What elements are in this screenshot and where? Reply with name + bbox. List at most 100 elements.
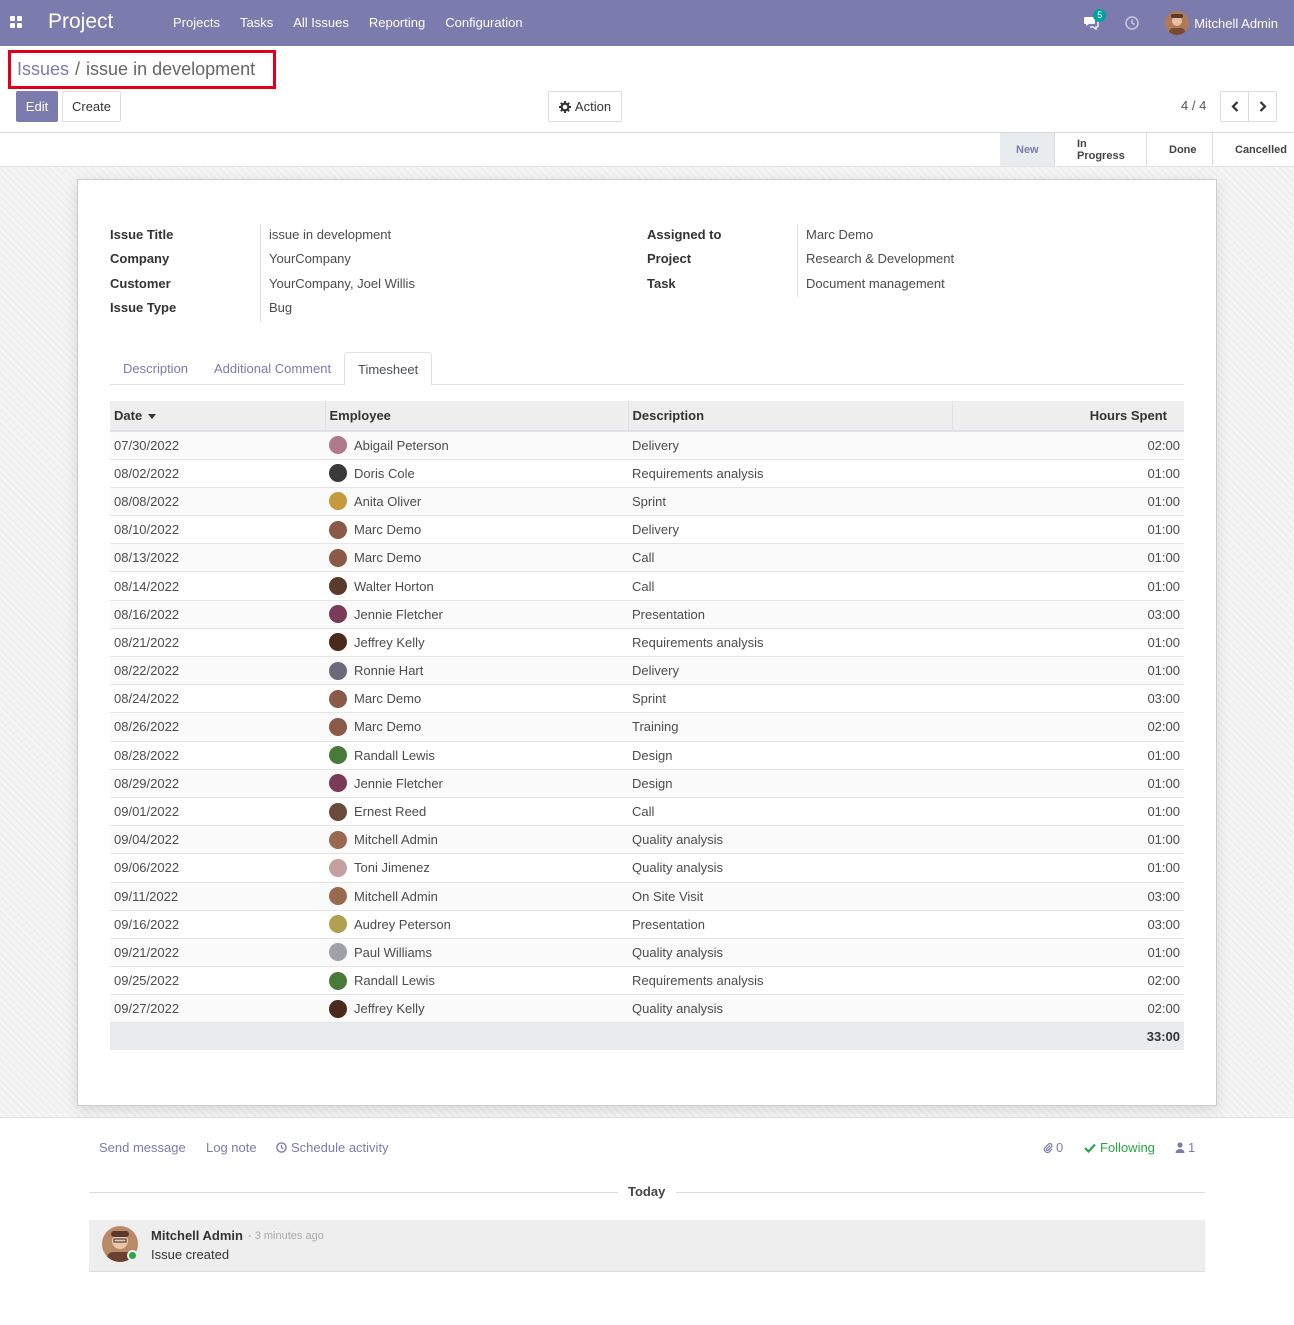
employee-name: Ronnie Hart — [354, 663, 424, 679]
table-row[interactable]: 08/02/2022 Doris Cole Requirements analysi… — [110, 459, 1184, 488]
row-date: 09/27/2022 — [110, 994, 325, 1024]
stage-cancelled[interactable]: Cancelled — [1212, 133, 1294, 166]
action-button-label: Action — [574, 99, 612, 114]
employee-avatar — [329, 492, 347, 511]
table-row[interactable]: 09/11/2022 Mitchell Admin On Site Visit 03:… — [110, 882, 1184, 911]
table-row[interactable]: 08/26/2022 Marc Demo Training 02:00 — [110, 712, 1184, 742]
tab-description[interactable]: Description — [110, 352, 201, 385]
employee-avatar — [329, 436, 347, 455]
employee-name: Marc Demo — [354, 550, 422, 566]
table-row[interactable]: 09/01/2022 Ernest Reed Call 01:00 — [110, 797, 1184, 827]
employee-name: Mitchell Admin — [354, 832, 438, 848]
breadcrumb-parent-link[interactable]: Issues — [17, 59, 69, 80]
row-date: 09/11/2022 — [110, 882, 325, 911]
pager-next-button[interactable] — [1248, 91, 1277, 122]
employee-cell: Marc Demo — [329, 520, 624, 539]
row-date: 08/08/2022 — [110, 487, 325, 517]
pager-previous-button[interactable] — [1220, 91, 1249, 122]
row-hours: 01:00 — [952, 741, 1184, 770]
create-button[interactable]: Create — [62, 91, 121, 122]
today-divider-left — [89, 1192, 618, 1193]
menu-item-reporting[interactable]: Reporting — [359, 15, 435, 30]
app-brand[interactable]: Project — [48, 10, 113, 34]
table-row[interactable]: 08/28/2022 Randall Lewis Design 01:00 — [110, 741, 1184, 770]
attachments-button[interactable]: 0 — [1043, 1140, 1063, 1155]
chat-count-badge: 5 — [1093, 9, 1107, 22]
column-description[interactable]: Description — [627, 401, 952, 432]
row-employee: Ronnie Hart — [325, 656, 628, 686]
tab-timesheet[interactable]: Timesheet — [344, 352, 433, 386]
table-row[interactable]: 08/16/2022 Jennie Fletcher Presentation 03:… — [110, 600, 1184, 629]
check-icon — [1084, 1143, 1096, 1153]
row-date: 08/14/2022 — [110, 571, 325, 601]
action-button[interactable]: Action — [548, 91, 622, 122]
following-label: Following — [1100, 1140, 1155, 1155]
following-button[interactable]: Following — [1084, 1140, 1155, 1155]
stage-new[interactable]: New — [1000, 133, 1054, 166]
row-hours: 03:00 — [952, 600, 1184, 629]
apps-menu-icon[interactable] — [10, 16, 22, 28]
table-row[interactable]: 08/29/2022 Jennie Fletcher Design 01:00 — [110, 769, 1184, 798]
tab-additional-comment[interactable]: Additional Comment — [201, 352, 344, 385]
row-date: 08/10/2022 — [110, 515, 325, 545]
row-employee: Walter Horton — [325, 571, 628, 601]
row-description: Quality analysis — [628, 825, 952, 855]
row-description: Call — [628, 571, 952, 601]
activity-clock-icon[interactable] — [1125, 16, 1139, 30]
edit-button[interactable]: Edit — [16, 91, 58, 122]
row-date: 08/26/2022 — [110, 712, 325, 742]
stage-done[interactable]: Done — [1146, 133, 1212, 166]
column-date[interactable]: Date — [110, 401, 325, 432]
table-row[interactable]: 07/30/2022 Abigail Peterson Delivery 02:00 — [110, 431, 1184, 460]
table-row[interactable]: 09/25/2022 Randall Lewis Requirements anal… — [110, 966, 1184, 996]
row-hours: 01:00 — [952, 628, 1184, 658]
schedule-activity-button[interactable]: Schedule activity — [276, 1140, 389, 1155]
user-name[interactable]: Mitchell Admin — [1194, 16, 1278, 31]
chevron-left-icon — [1230, 101, 1238, 112]
column-employee[interactable]: Employee — [324, 401, 628, 432]
employee-name: Abigail Peterson — [354, 437, 449, 453]
row-employee: Randall Lewis — [325, 966, 628, 996]
table-row[interactable]: 09/16/2022 Audrey Peterson Presentation 03:… — [110, 910, 1184, 939]
employee-name: Randall Lewis — [354, 747, 435, 763]
menu-item-tasks[interactable]: Tasks — [230, 15, 283, 30]
send-message-button[interactable]: Send message — [99, 1140, 186, 1155]
row-description: Presentation — [628, 600, 952, 629]
table-row[interactable]: 08/10/2022 Marc Demo Delivery 01:00 — [110, 515, 1184, 545]
chat-icon[interactable]: 5 — [1083, 9, 1107, 31]
table-row[interactable]: 08/22/2022 Ronnie Hart Delivery 01:00 — [110, 656, 1184, 686]
employee-name: Walter Horton — [354, 578, 434, 594]
table-row[interactable]: 08/21/2022 Jeffrey Kelly Requirements anal… — [110, 628, 1184, 658]
table-row[interactable]: 08/13/2022 Marc Demo Call 01:00 — [110, 543, 1184, 573]
row-date: 08/22/2022 — [110, 656, 325, 686]
user-avatar[interactable] — [1165, 11, 1190, 35]
employee-name: Marc Demo — [354, 691, 422, 707]
pager-value[interactable]: 4 / 4 — [1181, 98, 1206, 113]
gear-icon — [558, 100, 571, 113]
table-row[interactable]: 09/21/2022 Paul Williams Quality analysis 0… — [110, 938, 1184, 968]
stage-in-progress[interactable]: In Progress — [1054, 133, 1146, 166]
table-row[interactable]: 08/24/2022 Marc Demo Sprint 03:00 — [110, 684, 1184, 714]
row-hours: 03:00 — [952, 910, 1184, 939]
column-hours-spent[interactable]: Hours Spent — [951, 401, 1184, 432]
menu-item-projects[interactable]: Projects — [163, 15, 230, 30]
employee-name: Jennie Fletcher — [354, 775, 443, 791]
row-employee: Anita Oliver — [325, 487, 628, 517]
employee-avatar — [329, 605, 347, 624]
table-row[interactable]: 08/08/2022 Anita Oliver Sprint 01:00 — [110, 487, 1184, 517]
row-employee: Marc Demo — [325, 684, 628, 714]
menu-item-all-issues[interactable]: All Issues — [283, 15, 359, 30]
table-row[interactable]: 09/27/2022 Jeffrey Kelly Quality analysis 0… — [110, 994, 1184, 1024]
table-row[interactable]: 09/04/2022 Mitchell Admin Quality analysis… — [110, 825, 1184, 855]
table-row[interactable]: 09/06/2022 Toni Jimenez Quality analysis 01… — [110, 853, 1184, 883]
row-employee: Audrey Peterson — [325, 910, 628, 939]
row-date: 08/02/2022 — [110, 459, 325, 488]
table-row[interactable]: 08/14/2022 Walter Horton Call 01:00 — [110, 571, 1184, 601]
row-employee: Randall Lewis — [325, 741, 628, 770]
message-author[interactable]: Mitchell Admin — [151, 1228, 243, 1243]
menu-item-configuration[interactable]: Configuration — [435, 15, 532, 30]
followers-button[interactable]: 1 — [1175, 1140, 1195, 1155]
employee-cell: Mitchell Admin — [329, 830, 624, 849]
employee-cell: Marc Demo — [329, 717, 624, 736]
log-note-button[interactable]: Log note — [206, 1140, 257, 1155]
